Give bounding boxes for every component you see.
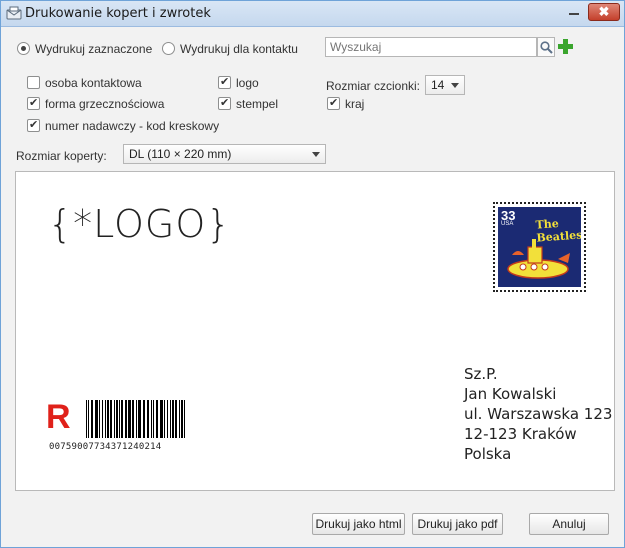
barcode-bar	[116, 400, 118, 438]
checkbox-country[interactable]	[327, 96, 340, 110]
cancel-button[interactable]: Anuluj	[529, 513, 609, 535]
stamp-artwork: 33 USA The Beatles	[498, 207, 581, 287]
checkbox-contact-person[interactable]	[27, 76, 40, 89]
checkbox-salutation[interactable]	[27, 96, 40, 110]
envelope-size-select[interactable]: DL (110 × 220 mm)	[123, 144, 326, 164]
address-line: 12-123 Kraków	[464, 425, 577, 443]
checkbox-logo[interactable]	[218, 75, 231, 89]
dialog-body: Wydrukuj zaznaczone Wydrukuj dla kontakt…	[1, 27, 624, 547]
logo-placeholder: {*LOGO}	[48, 202, 232, 246]
barcode-bar	[175, 400, 177, 438]
address-line: Sz.P.	[464, 365, 498, 383]
envelope-size-label: Rozmiar koperty:	[16, 149, 107, 163]
barcode-bar	[167, 400, 168, 438]
checkbox-stamp-label[interactable]: stempel	[236, 97, 278, 111]
barcode-bar	[107, 400, 109, 438]
barcode-bar	[132, 400, 134, 438]
barcode-bar	[136, 400, 137, 438]
postage-stamp: 33 USA The Beatles	[493, 202, 586, 292]
barcode-bar	[121, 400, 123, 438]
plus-icon[interactable]	[558, 39, 573, 54]
barcode-bar	[184, 400, 185, 438]
yellow-submarine-icon	[507, 239, 570, 279]
barcode-bar	[110, 400, 112, 438]
title-bar[interactable]: Drukowanie kopert i zwrotek ✖	[1, 1, 624, 27]
barcode-bar	[151, 400, 152, 438]
barcode-bar	[95, 400, 98, 438]
envelope-printer-icon	[6, 6, 22, 22]
checkbox-contact-person-label[interactable]: osoba kontaktowa	[45, 76, 142, 90]
search-input[interactable]	[325, 37, 537, 57]
barcode-bar	[156, 400, 158, 438]
barcode-bar	[147, 400, 149, 438]
print-envelopes-dialog: Drukowanie kopert i zwrotek ✖ Wydrukuj z…	[0, 0, 625, 548]
checkbox-barcode[interactable]	[27, 118, 40, 132]
barcode-bar	[170, 400, 171, 438]
barcode-bar	[160, 400, 163, 438]
print-html-button[interactable]: Drukuj jako html	[312, 513, 405, 535]
font-size-value: 14	[431, 78, 445, 92]
magnifier-icon[interactable]	[537, 37, 555, 57]
font-size-label: Rozmiar czcionki:	[326, 79, 421, 93]
font-size-select[interactable]: 14	[425, 75, 465, 95]
chevron-down-icon	[451, 83, 459, 88]
barcode-bar	[164, 400, 165, 438]
window-title: Drukowanie kopert i zwrotek	[25, 6, 211, 21]
radio-print-selected[interactable]	[17, 42, 30, 55]
recipient-address: Sz.P. Jan Kowalski ul. Warszawska 123 12…	[464, 364, 612, 464]
barcode-bar	[119, 400, 120, 438]
envelope-size-value: DL (110 × 220 mm)	[129, 147, 232, 161]
address-line: Jan Kowalski	[464, 385, 557, 403]
minimize-icon[interactable]	[562, 4, 586, 20]
print-pdf-button[interactable]: Drukuj jako pdf	[412, 513, 503, 535]
barcode-bar	[99, 400, 100, 438]
checkbox-stamp[interactable]	[218, 96, 231, 110]
radio-print-for-contact[interactable]	[162, 42, 175, 55]
chevron-down-icon	[312, 152, 320, 157]
barcode-bar	[91, 400, 93, 438]
barcode-bar	[143, 400, 145, 438]
radio-print-selected-label[interactable]: Wydrukuj zaznaczone	[35, 42, 152, 56]
radio-print-for-contact-label[interactable]: Wydrukuj dla kontaktu	[180, 42, 298, 56]
tracking-number: 00759007734371240214	[49, 442, 162, 452]
barcode-bar	[114, 400, 115, 438]
envelope-preview: {*LOGO} 33 USA The Beatles Sz.P. Jan Kow…	[15, 171, 615, 491]
barcode-bar	[172, 400, 174, 438]
checkbox-country-label[interactable]: kraj	[345, 97, 364, 111]
tracking-barcode	[86, 400, 186, 438]
barcode-bar	[88, 400, 89, 438]
address-line: Polska	[464, 445, 512, 463]
address-line: ul. Warszawska 123	[464, 405, 613, 423]
registered-mark: R	[46, 398, 71, 436]
barcode-bar	[125, 400, 127, 438]
barcode-bar	[102, 400, 103, 438]
barcode-bar	[105, 400, 106, 438]
barcode-bar	[153, 400, 154, 438]
close-icon[interactable]: ✖	[588, 3, 620, 21]
barcode-bar	[138, 400, 141, 438]
barcode-bar	[181, 400, 183, 438]
checkbox-salutation-label[interactable]: forma grzecznościowa	[45, 97, 164, 111]
barcode-bar	[86, 400, 87, 438]
checkbox-barcode-label[interactable]: numer nadawczy - kod kreskowy	[45, 119, 219, 133]
barcode-bar	[128, 400, 131, 438]
checkbox-logo-label[interactable]: logo	[236, 76, 259, 90]
barcode-bar	[179, 400, 180, 438]
